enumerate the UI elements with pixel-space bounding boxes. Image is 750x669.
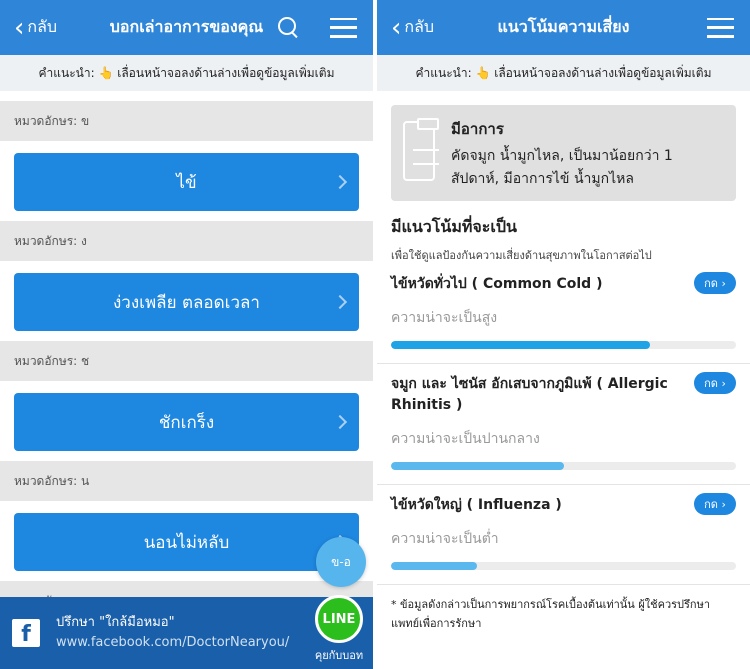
category-header: หมวดอักษร: น bbox=[0, 461, 373, 501]
line-caption: คุยกับบอท bbox=[314, 649, 364, 662]
disease-name: ไข้หวัดใหญ่ ( Influenza ) bbox=[391, 497, 562, 513]
facebook-banner[interactable]: f ปรึกษา "ใกล้มือหมอ" www.facebook.com/D… bbox=[0, 595, 373, 669]
chevron-right-icon bbox=[332, 294, 348, 310]
back-label: กลับ bbox=[27, 17, 58, 36]
section-subtitle: เพื่อใช้ดูแลป้องกันความเสี่ยงด้านสุขภาพใ… bbox=[391, 249, 652, 262]
probability-bar bbox=[391, 562, 736, 570]
detail-button[interactable]: กด › bbox=[694, 372, 736, 394]
probability-bar bbox=[391, 462, 736, 470]
probability-label: ความน่าจะเป็นปานกลาง bbox=[391, 431, 540, 447]
back-button[interactable]: ‹ กลับ bbox=[377, 15, 434, 41]
section-title: มีแนวโน้มที่จะเป็น bbox=[391, 217, 517, 236]
disease-name: จมูก และ ไซนัส อักเสบจากภูมิแพ้ ( Allerg… bbox=[391, 376, 668, 413]
line-chat-button[interactable]: LINE คุยกับบอท bbox=[313, 595, 365, 664]
probability-bar bbox=[391, 341, 736, 349]
scroll-hint: คำแนะนำ: 👆 เลื่อนหน้าจอลงด้านล่างเพื่อดู… bbox=[0, 55, 373, 91]
symptom-label: ไข้ bbox=[176, 172, 197, 193]
symptom-summary-card: มีอาการ คัดจมูก น้ำมูกไหล, เป็นมาน้อยกว่… bbox=[391, 105, 736, 201]
probability-fill bbox=[391, 341, 650, 349]
chevron-right-icon bbox=[332, 414, 348, 430]
symptom-button-seizure[interactable]: ชักเกร็ง bbox=[14, 393, 359, 451]
clipboard-icon bbox=[403, 118, 440, 181]
detail-button[interactable]: กด › bbox=[694, 493, 736, 515]
search-icon[interactable] bbox=[278, 16, 300, 39]
risk-item: ไข้หวัดใหญ่ ( Influenza ) กด › ความน่าจะ… bbox=[377, 485, 750, 585]
risk-section-header: มีแนวโน้มที่จะเป็น เพื่อใช้ดูแลป้องกันคว… bbox=[377, 201, 750, 264]
back-label: กลับ bbox=[404, 17, 435, 36]
top-bar: ‹ กลับ บอกเล่าอาการของคุณ bbox=[0, 0, 373, 55]
top-bar: ‹ กลับ แนวโน้มความเสี่ยง bbox=[377, 0, 750, 55]
alphabet-jump-button[interactable]: ข-อ bbox=[316, 537, 366, 587]
chevron-right-icon bbox=[332, 174, 348, 190]
disease-name: ไข้หวัดทั่วไป ( Common Cold ) bbox=[391, 276, 603, 292]
risk-item: ไข้หวัดทั่วไป ( Common Cold ) กด › ความน… bbox=[377, 264, 750, 364]
probability-label: ความน่าจะเป็นสูง bbox=[391, 310, 498, 326]
symptom-button-fever[interactable]: ไข้ bbox=[14, 153, 359, 211]
facebook-url[interactable]: www.facebook.com/DoctorNearyou/ bbox=[56, 633, 289, 653]
back-button[interactable]: ‹ กลับ bbox=[0, 15, 57, 41]
menu-icon[interactable] bbox=[330, 17, 357, 38]
category-header: หมวดอักษร: ง bbox=[0, 221, 373, 261]
category-header: หมวดอักษร: ช bbox=[0, 341, 373, 381]
chevron-left-icon: ‹ bbox=[14, 12, 25, 43]
detail-button[interactable]: กด › bbox=[694, 272, 736, 294]
symptom-heading: มีอาการ bbox=[451, 120, 504, 138]
probability-fill bbox=[391, 462, 564, 470]
risk-item: จมูก และ ไซนัส อักเสบจากภูมิแพ้ ( Allerg… bbox=[377, 364, 750, 485]
symptom-button-fatigue[interactable]: ง่วงเพลีย ตลอดเวลา bbox=[14, 273, 359, 331]
probability-fill bbox=[391, 562, 478, 570]
symptom-label: ชักเกร็ง bbox=[158, 412, 215, 433]
probability-label: ความน่าจะเป็นต่ำ bbox=[391, 531, 499, 547]
disclaimer-note: * ข้อมูลดังกล่าวเป็นการพยากรณ์โรคเบื้องต… bbox=[391, 598, 711, 630]
banner-title: ปรึกษา "ใกล้มือหมอ" bbox=[56, 615, 175, 630]
line-icon: LINE bbox=[315, 595, 363, 643]
symptom-list-screen: ‹ กลับ บอกเล่าอาการของคุณ คำแนะนำ: 👆 เลื… bbox=[0, 0, 377, 669]
scroll-hint: คำแนะนำ: 👆 เลื่อนหน้าจอลงด้านล่างเพื่อดู… bbox=[377, 55, 750, 91]
category-header: หมวดอักษร: ข bbox=[0, 101, 373, 141]
symptom-label: ง่วงเพลีย ตลอดเวลา bbox=[113, 292, 260, 313]
symptom-label: นอนไม่หลับ bbox=[143, 532, 230, 553]
chevron-left-icon: ‹ bbox=[391, 12, 402, 43]
menu-icon[interactable] bbox=[707, 17, 734, 38]
facebook-icon: f bbox=[12, 619, 40, 647]
risk-trend-screen: ‹ กลับ แนวโน้มความเสี่ยง คำแนะนำ: 👆 เลื่… bbox=[377, 0, 750, 669]
symptom-button-insomnia[interactable]: นอนไม่หลับ bbox=[14, 513, 359, 571]
symptom-text: คัดจมูก น้ำมูกไหล, เป็นมาน้อยกว่า 1 สัปด… bbox=[451, 148, 673, 187]
